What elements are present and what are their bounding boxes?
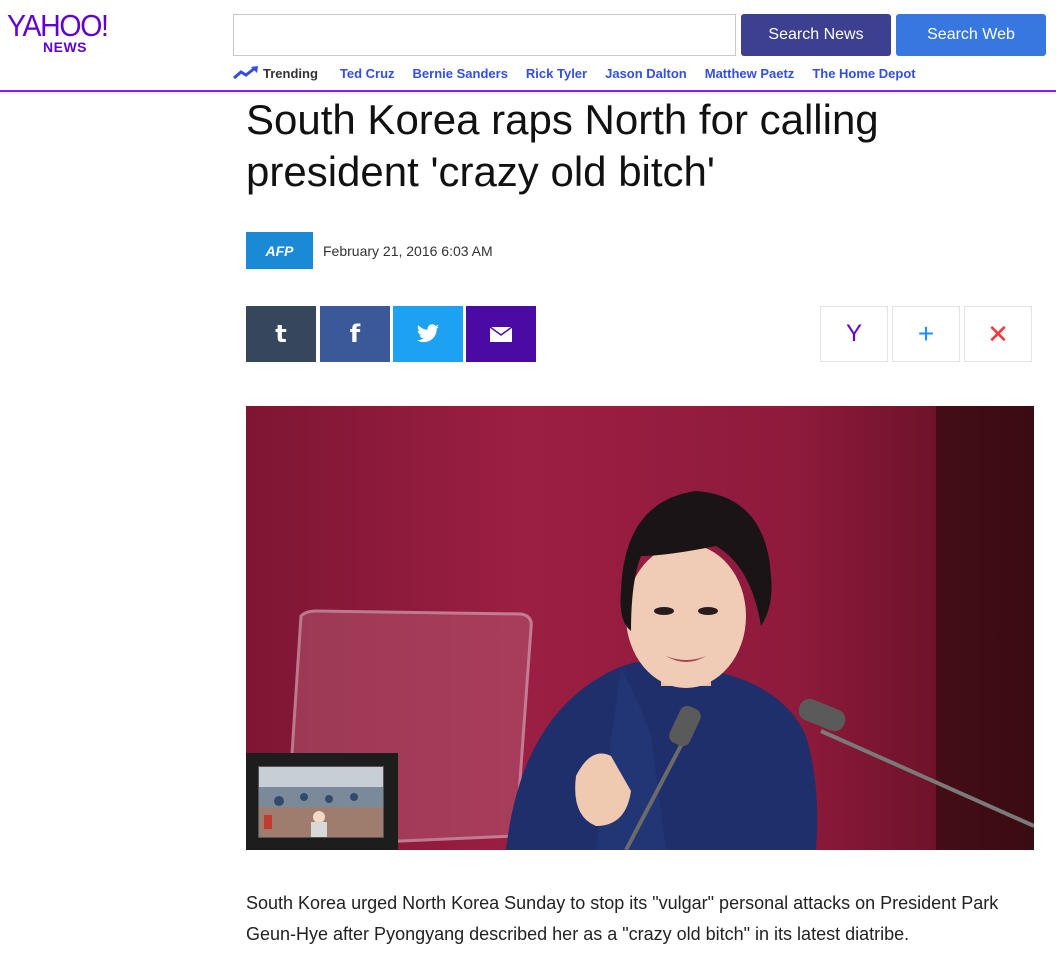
search-input[interactable]	[233, 14, 736, 56]
trending-icon	[233, 66, 258, 80]
trending-label: Trending	[263, 65, 318, 81]
share-email-button[interactable]	[466, 306, 536, 362]
trending-bar: Trending Ted Cruz Bernie Sanders Rick Ty…	[233, 64, 934, 82]
share-facebook-button[interactable]: f	[320, 306, 390, 362]
related-photo-thumbnail[interactable]	[246, 753, 398, 850]
article-byline: AFP February 21, 2016 6:03 AM	[246, 232, 493, 269]
search-web-button[interactable]: Search Web	[896, 14, 1046, 56]
logo-text: YAHOO!	[7, 8, 109, 43]
twitter-icon	[417, 324, 439, 343]
yahoo-icon: Y	[845, 320, 862, 347]
thumbnail-image	[258, 766, 384, 838]
facebook-icon: f	[349, 320, 361, 348]
afp-logo[interactable]: AFP	[246, 232, 313, 269]
trending-link-ted-cruz[interactable]: Ted Cruz	[340, 66, 395, 81]
plus-icon: +	[917, 318, 935, 349]
afp-logo-text: AFP	[265, 242, 294, 259]
share-twitter-button[interactable]	[393, 306, 463, 362]
tumblr-icon: t	[275, 320, 287, 348]
close-button[interactable]: ✕	[964, 306, 1032, 362]
trending-link-rick-tyler[interactable]: Rick Tyler	[526, 66, 587, 81]
search-news-button[interactable]: Search News	[741, 14, 891, 56]
header: YAHOO! NEWS Search News Search Web Trend…	[0, 0, 1056, 95]
trending-link-home-depot[interactable]: The Home Depot	[812, 66, 915, 81]
share-tumblr-button[interactable]: t	[246, 306, 316, 362]
trending-link-matthew-paetz[interactable]: Matthew Paetz	[705, 66, 795, 81]
add-button[interactable]: +	[892, 306, 960, 362]
close-icon: ✕	[987, 318, 1009, 349]
yahoo-save-button[interactable]: Y	[820, 306, 888, 362]
email-icon	[490, 326, 512, 342]
trending-link-jason-dalton[interactable]: Jason Dalton	[605, 66, 687, 81]
article-body-paragraph: South Korea urged North Korea Sunday to …	[246, 893, 999, 944]
article-date: February 21, 2016 6:03 AM	[323, 242, 493, 259]
yahoo-news-logo[interactable]: YAHOO! NEWS	[7, 10, 127, 55]
trending-link-bernie-sanders[interactable]: Bernie Sanders	[413, 66, 508, 81]
article-title: South Korea raps North for calling presi…	[246, 96, 879, 195]
